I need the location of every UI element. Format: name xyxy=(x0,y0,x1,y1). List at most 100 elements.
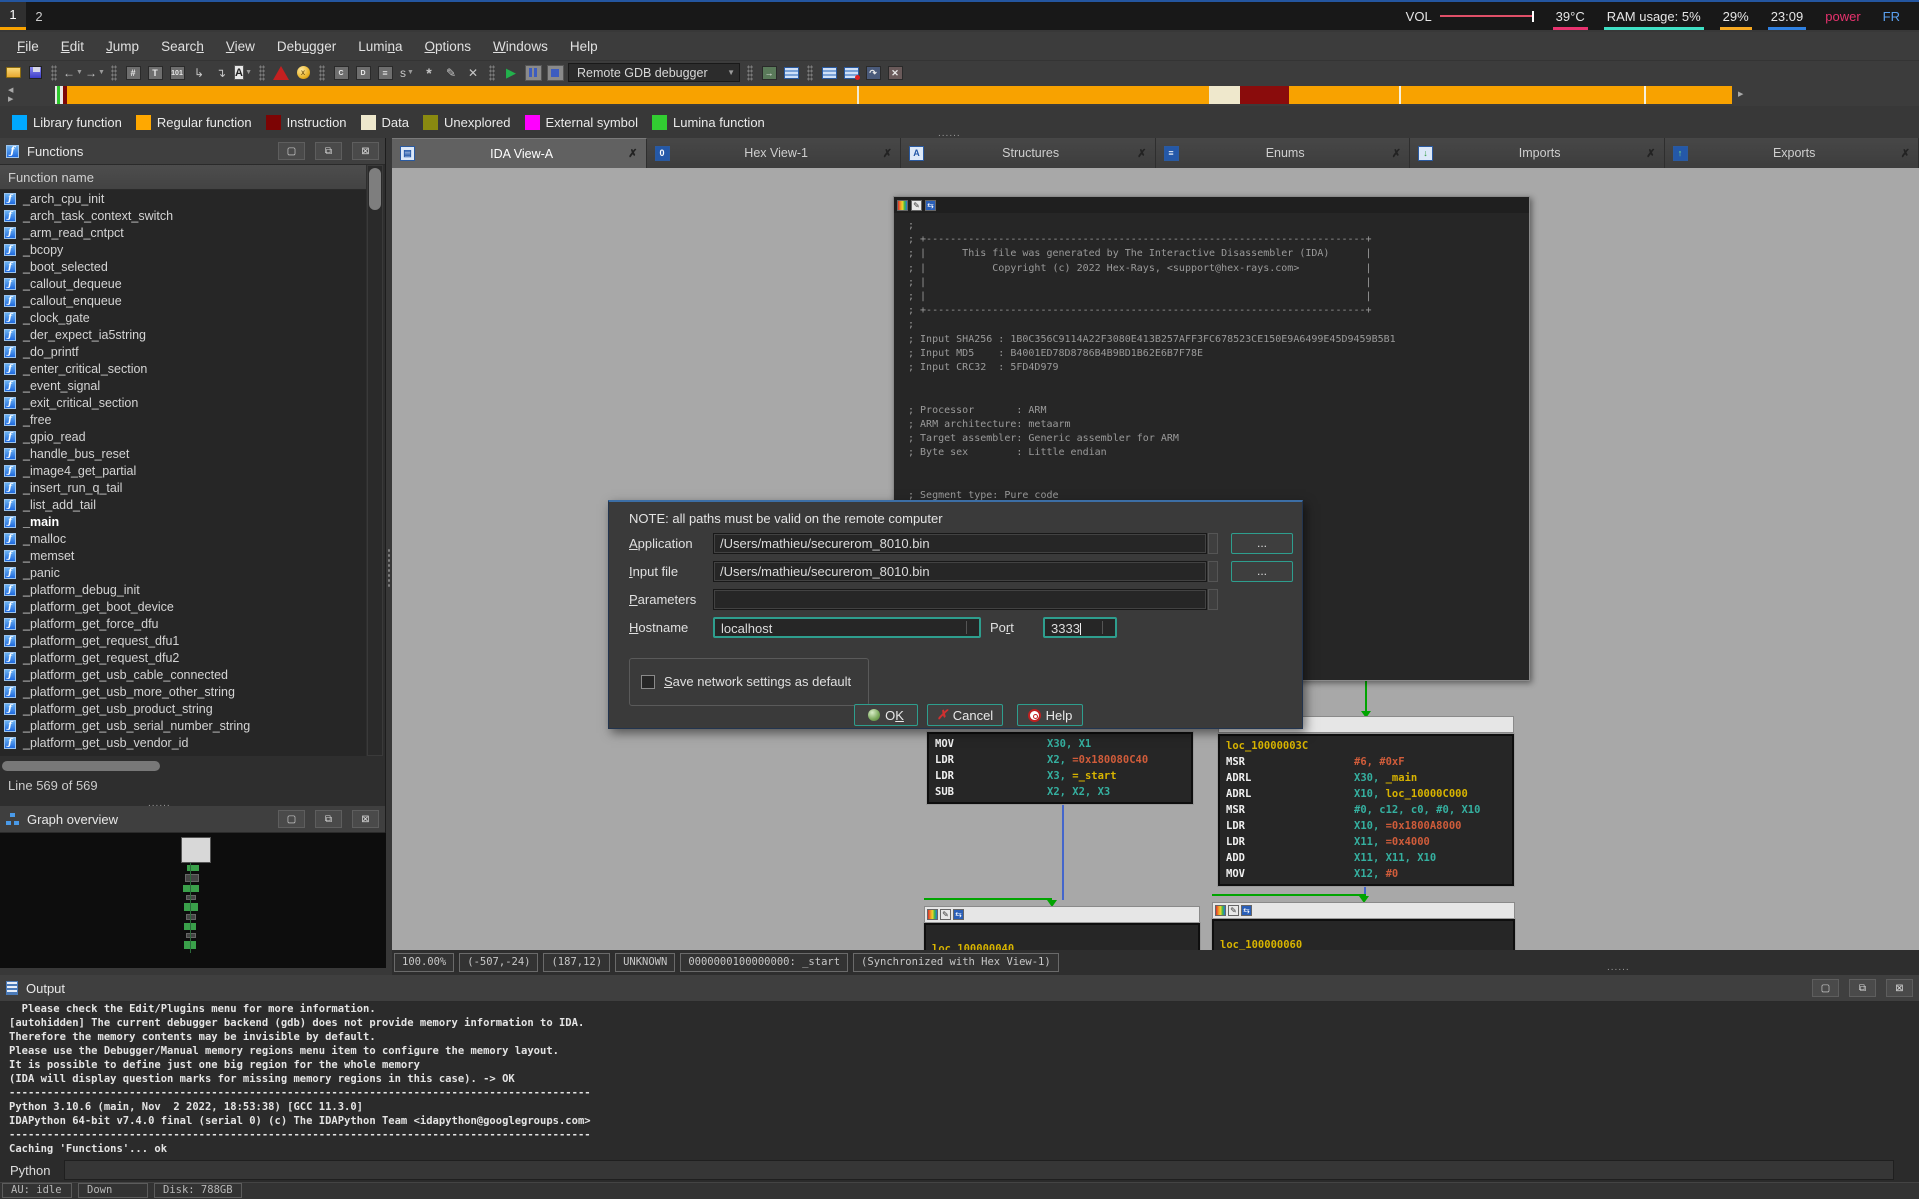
float-icon[interactable]: ⧉ xyxy=(315,810,342,828)
navigation-band[interactable] xyxy=(55,86,1732,104)
process-snapshot-icon[interactable] xyxy=(782,64,800,82)
workspace-button-1[interactable]: 1 xyxy=(0,2,26,30)
ok-button[interactable]: OK xyxy=(854,704,918,726)
debugger-setup-icon[interactable]: ✕ xyxy=(886,64,904,82)
volume-slider-handle[interactable] xyxy=(1532,11,1534,22)
menu-debugger[interactable]: Debugger xyxy=(266,35,347,58)
rename-icon[interactable]: ✎ xyxy=(442,64,460,82)
maximize-icon[interactable]: ▢ xyxy=(278,810,305,828)
function-list-item[interactable]: ƒ_clock_gate xyxy=(0,309,366,326)
sync-icon[interactable]: ⇆ xyxy=(925,200,936,211)
function-list-item[interactable]: ƒ_gpio_read xyxy=(0,428,366,445)
function-list-item[interactable]: ƒ_callout_dequeue xyxy=(0,275,366,292)
function-list-item[interactable]: ƒ_platform_get_usb_product_string xyxy=(0,700,366,717)
close-icon[interactable]: ⊠ xyxy=(1886,979,1913,997)
function-list-item[interactable]: ƒ_main xyxy=(0,513,366,530)
navband-scroll-left-icon[interactable]: ◀ xyxy=(8,87,13,95)
graph-node-partial[interactable]: loc_100000040 xyxy=(924,923,1200,950)
open-file-icon[interactable] xyxy=(4,64,22,82)
close-icon[interactable]: ⊠ xyxy=(352,142,379,160)
close-icon[interactable]: ✗ xyxy=(1646,147,1655,160)
navband-scroll-end-icon[interactable]: ▶ xyxy=(1738,91,1743,99)
tab-hex-view-1[interactable]: 0Hex View-1✗ xyxy=(647,138,902,168)
function-list-item[interactable]: ƒ_list_add_tail xyxy=(0,496,366,513)
edit-icon[interactable]: ✎ xyxy=(911,200,922,211)
float-icon[interactable]: ⧉ xyxy=(315,142,342,160)
debugger-windows-icon[interactable] xyxy=(820,64,838,82)
jump-address-icon[interactable]: # xyxy=(124,64,142,82)
close-icon[interactable]: ✗ xyxy=(628,147,637,160)
function-list-item[interactable]: ƒ_arch_task_context_switch xyxy=(0,207,366,224)
function-list-item[interactable]: ƒ_arch_cpu_init xyxy=(0,190,366,207)
hostname-input[interactable]: localhost xyxy=(713,617,981,638)
text-color-icon[interactable]: A▼ xyxy=(234,64,252,82)
palette-icon[interactable] xyxy=(897,200,908,211)
function-list-item[interactable]: ƒ_platform_get_usb_more_other_string xyxy=(0,683,366,700)
function-list-item[interactable]: ƒ_platform_get_force_dfu xyxy=(0,615,366,632)
function-list-item[interactable]: ƒ_platform_get_usb_vendor_id xyxy=(0,734,366,751)
function-list-item[interactable]: ƒ_insert_run_q_tail xyxy=(0,479,366,496)
output-log[interactable]: Please check the Edit/Plugins menu for m… xyxy=(9,1002,591,1156)
close-icon[interactable]: ✗ xyxy=(1137,147,1146,160)
graph-node-partial[interactable]: loc_100000060 xyxy=(1212,919,1515,950)
tab-exports[interactable]: ↑Exports✗ xyxy=(1665,138,1919,168)
close-icon[interactable]: ✗ xyxy=(883,147,892,160)
debugger-selector-combo[interactable]: Remote GDB debugger▼ xyxy=(568,63,740,82)
save-network-settings-checkbox[interactable] xyxy=(641,675,655,689)
make-array-icon[interactable]: * xyxy=(420,64,438,82)
close-icon[interactable]: ✗ xyxy=(1901,147,1910,160)
run-debugger-icon[interactable]: ▶ xyxy=(502,64,520,82)
function-name-column-header[interactable]: Function name xyxy=(0,165,366,190)
menu-help[interactable]: Help xyxy=(559,35,609,58)
function-list-item[interactable]: ƒ_platform_get_usb_serial_number_string xyxy=(0,717,366,734)
graph-node[interactable]: MOVX30, X1LDRX2, =0x180080C40LDRX3, =_st… xyxy=(927,732,1193,804)
field-mini-button[interactable] xyxy=(1208,533,1218,554)
python-input[interactable] xyxy=(64,1160,1894,1180)
float-icon[interactable]: ⧉ xyxy=(1849,979,1876,997)
graph-overview-header[interactable]: Graph overview ▢ ⧉ ⊠ xyxy=(0,806,385,833)
undefine-icon[interactable]: x xyxy=(294,64,312,82)
function-list-hscrollbar[interactable] xyxy=(0,758,366,774)
make-string-icon[interactable]: s▼ xyxy=(398,64,416,82)
browse-button[interactable]: ... xyxy=(1231,561,1293,582)
tab-structures[interactable]: AStructures✗ xyxy=(901,138,1156,168)
function-list-item[interactable]: ƒ_platform_get_usb_cable_connected xyxy=(0,666,366,683)
tab-enums[interactable]: ≡Enums✗ xyxy=(1156,138,1411,168)
stop-debugger-icon[interactable] xyxy=(546,64,564,82)
tab-imports[interactable]: ↓Imports✗ xyxy=(1410,138,1665,168)
output-header[interactable]: Output ▢ ⧉ ⊠ xyxy=(0,975,1919,1002)
delete-icon[interactable]: ✕ xyxy=(464,64,482,82)
function-list-item[interactable]: ƒ_bcopy xyxy=(0,241,366,258)
breakpoint-list-icon[interactable] xyxy=(842,64,860,82)
workspace-switcher[interactable]: 12 xyxy=(0,2,52,30)
function-list-item[interactable]: ƒ_memset xyxy=(0,547,366,564)
menu-file[interactable]: File xyxy=(6,35,50,58)
make-code-icon[interactable]: C xyxy=(332,64,350,82)
back-icon[interactable]: ←▼ xyxy=(64,64,82,82)
close-icon[interactable]: ✗ xyxy=(1392,147,1401,160)
parameters-input[interactable] xyxy=(713,589,1207,610)
hscrollbar-thumb[interactable] xyxy=(2,761,160,771)
function-list-item[interactable]: ƒ_platform_get_boot_device xyxy=(0,598,366,615)
attach-process-icon[interactable]: → xyxy=(760,64,778,82)
function-list-item[interactable]: ƒ_event_signal xyxy=(0,377,366,394)
forward-icon[interactable]: →▼ xyxy=(86,64,104,82)
browse-button[interactable]: ... xyxy=(1231,533,1293,554)
function-list-item[interactable]: ƒ_callout_enqueue xyxy=(0,292,366,309)
menu-jump[interactable]: Jump xyxy=(95,35,150,58)
function-list-item[interactable]: ƒ_panic xyxy=(0,564,366,581)
graph-overview-minimap[interactable] xyxy=(0,833,386,968)
field-mini-button[interactable] xyxy=(1208,561,1218,582)
workspace-button-2[interactable]: 2 xyxy=(26,2,52,30)
navband-scroll-right-icon[interactable]: ▶ xyxy=(8,96,13,104)
function-list-item[interactable]: ƒ_platform_get_request_dfu2 xyxy=(0,649,366,666)
function-list-item[interactable]: ƒ_enter_critical_section xyxy=(0,360,366,377)
graph-node[interactable]: loc_10000003CMSR#6, #0xFADRLX30, _mainAD… xyxy=(1218,734,1514,886)
jump-xref-icon[interactable]: ↳ xyxy=(190,64,208,82)
function-list-item[interactable]: ƒ_platform_debug_init xyxy=(0,581,366,598)
maximize-icon[interactable]: ▢ xyxy=(1812,979,1839,997)
function-list-item[interactable]: ƒ_arm_read_cntpct xyxy=(0,224,366,241)
menu-lumina[interactable]: Lumina xyxy=(347,35,413,58)
save-icon[interactable] xyxy=(26,64,44,82)
maximize-icon[interactable]: ▢ xyxy=(278,142,305,160)
